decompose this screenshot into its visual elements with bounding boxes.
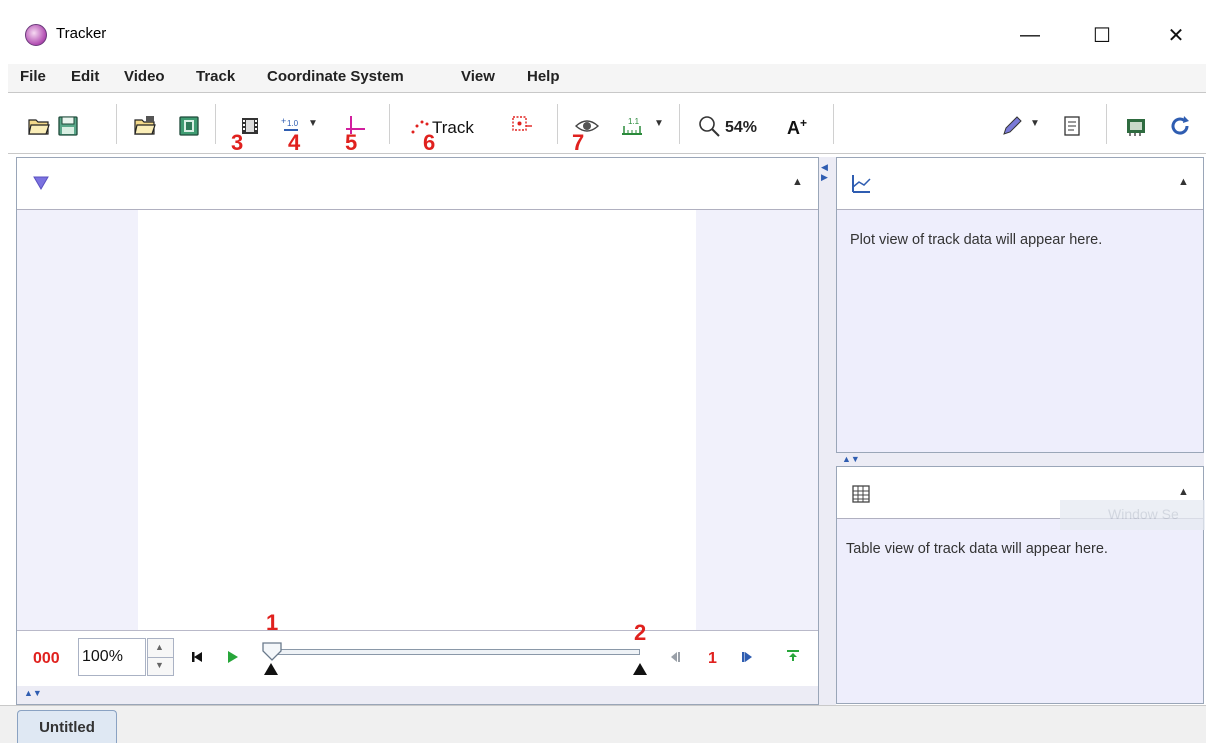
- annotation-1: 1: [266, 610, 279, 635]
- spinner-down-icon[interactable]: ▼: [155, 660, 164, 670]
- tab-bar: [0, 705, 1206, 743]
- loop-icon[interactable]: [785, 649, 801, 663]
- frame-counter: 000: [33, 650, 60, 667]
- maximize-button[interactable]: ☐: [1082, 20, 1122, 50]
- annotation-6: 6: [423, 130, 436, 155]
- toolbar-separator: [116, 104, 117, 144]
- toolbar-separator: [215, 104, 216, 144]
- zoom-icon[interactable]: [697, 114, 721, 138]
- save-icon[interactable]: [56, 114, 80, 138]
- menu-bar: [8, 64, 1206, 92]
- splitter-arrows-icon[interactable]: ◀ ▶: [821, 162, 828, 182]
- calibration-dropdown-icon[interactable]: ▼: [308, 118, 318, 129]
- step-size[interactable]: 1: [708, 650, 717, 668]
- memory-icon[interactable]: [1124, 114, 1148, 138]
- open-video-icon[interactable]: [133, 114, 157, 138]
- annotation-2: 2: [634, 620, 647, 645]
- font-size-plus: +: [800, 116, 808, 130]
- measuring-tools-icon[interactable]: 1.1: [620, 114, 644, 138]
- video-panel-divider[interactable]: [17, 686, 818, 704]
- menu-help[interactable]: Help: [527, 68, 560, 85]
- watermark-box: Window Se: [1060, 500, 1205, 530]
- watermark-text: Window Se: [1108, 506, 1179, 522]
- step-forward-icon[interactable]: [740, 650, 754, 664]
- video-canvas[interactable]: [138, 210, 696, 630]
- font-size-button[interactable]: A+: [787, 116, 807, 139]
- spinner-divider: [148, 657, 173, 658]
- toolbar-separator: [833, 104, 834, 144]
- playback-rate-field[interactable]: 100%: [78, 638, 146, 676]
- track-button-label[interactable]: Track: [432, 118, 474, 138]
- play-icon[interactable]: [226, 650, 240, 664]
- menu-video[interactable]: Video: [124, 68, 165, 85]
- right-panel-divider[interactable]: [836, 453, 1204, 466]
- toolbar-separator: [679, 104, 680, 144]
- measuring-dropdown-icon[interactable]: ▼: [654, 118, 664, 129]
- pencil-dropdown-icon[interactable]: ▼: [1030, 118, 1040, 129]
- save-video-icon[interactable]: [177, 114, 201, 138]
- slider-thumb[interactable]: [261, 641, 283, 663]
- menu-file[interactable]: File: [20, 68, 46, 85]
- notes-icon[interactable]: [1060, 114, 1084, 138]
- frame-slider[interactable]: [278, 649, 640, 655]
- annotation-4: 4: [288, 130, 301, 155]
- svg-text:+: +: [281, 116, 286, 126]
- plot-collapse-icon[interactable]: ▲: [1178, 176, 1189, 188]
- tab-untitled[interactable]: Untitled: [17, 710, 117, 743]
- zoom-level[interactable]: 54%: [725, 119, 757, 137]
- toolbar-separator: [1106, 104, 1107, 144]
- start-frame-marker-icon[interactable]: [264, 663, 278, 675]
- window-title: Tracker: [56, 25, 107, 42]
- video-panel-header: [17, 158, 818, 210]
- menu-track[interactable]: Track: [196, 68, 235, 85]
- svg-text:1.1: 1.1: [628, 117, 640, 126]
- annotation-3: 3: [231, 130, 244, 155]
- table-placeholder: Table view of track data will appear her…: [846, 541, 1108, 557]
- vertical-splitter[interactable]: [819, 157, 836, 705]
- annotation-5: 5: [345, 130, 358, 155]
- annotation-7: 7: [572, 130, 585, 155]
- close-button[interactable]: ✕: [1156, 20, 1196, 50]
- video-panel-collapse-icon[interactable]: ▲: [792, 176, 803, 188]
- track-selector-icon[interactable]: [33, 176, 49, 190]
- menu-coordinate-system[interactable]: Coordinate System: [267, 68, 404, 85]
- toolbar-separator: [557, 104, 558, 144]
- go-to-start-icon[interactable]: [190, 650, 204, 664]
- autotracker-icon[interactable]: [510, 114, 534, 138]
- toolbar-separator: [389, 104, 390, 144]
- menu-view[interactable]: View: [461, 68, 495, 85]
- plot-icon[interactable]: [850, 173, 872, 195]
- open-icon[interactable]: [27, 114, 51, 138]
- divider-arrows-icon[interactable]: ▲▼: [24, 688, 42, 698]
- menu-edit[interactable]: Edit: [71, 68, 99, 85]
- end-frame-marker-icon[interactable]: [633, 663, 647, 675]
- table-collapse-icon[interactable]: ▲: [1178, 486, 1189, 498]
- plot-panel-header: [837, 158, 1203, 210]
- table-icon[interactable]: [852, 485, 870, 503]
- plot-placeholder: Plot view of track data will appear here…: [850, 232, 1103, 248]
- minimize-button[interactable]: —: [1010, 20, 1050, 50]
- right-divider-arrows-icon[interactable]: ▲▼: [842, 454, 860, 464]
- spinner-up-icon[interactable]: ▲: [155, 642, 164, 652]
- tracker-app-icon: [25, 24, 47, 46]
- svg-text:1.0: 1.0: [287, 119, 299, 128]
- playback-rate-spinner[interactable]: ▲ ▼: [147, 638, 174, 676]
- step-back-icon[interactable]: [668, 650, 682, 664]
- pencil-icon[interactable]: [1000, 114, 1024, 138]
- refresh-icon[interactable]: [1168, 114, 1192, 138]
